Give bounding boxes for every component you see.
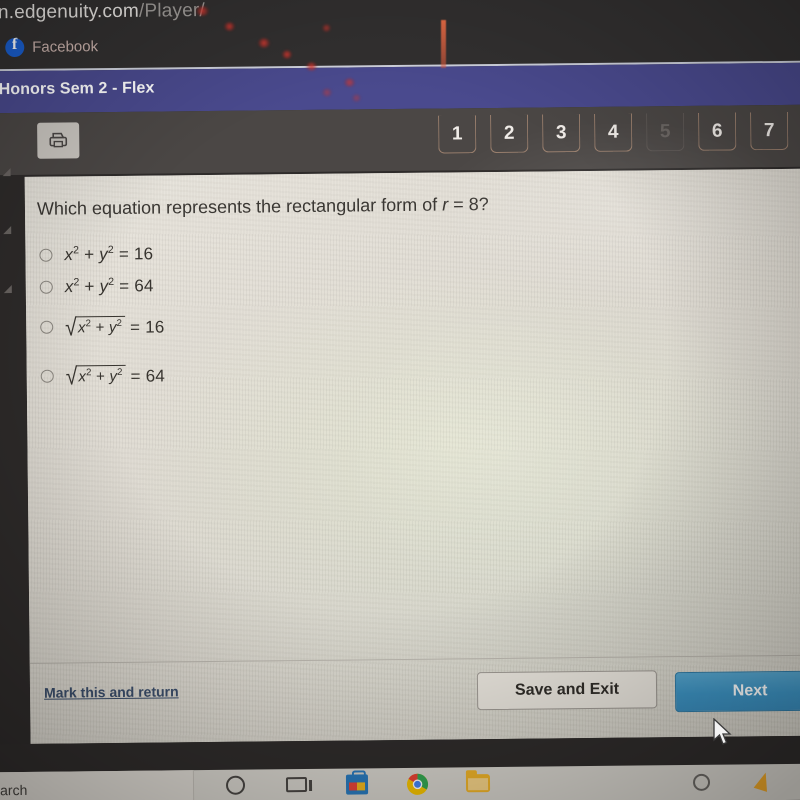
question-text: Which equation represents the rectangula… <box>37 194 489 220</box>
save-and-exit-button[interactable]: Save and Exit <box>476 670 658 711</box>
answer-option-b[interactable]: x2 + y2 = 64 <box>39 269 165 302</box>
radio-button-b[interactable] <box>39 280 53 294</box>
answer-option-label-a: x2 + y2 = 16 <box>64 243 154 264</box>
mark-this-and-return-link[interactable]: Mark this and return <box>44 683 179 700</box>
taskbar-search-text: arch <box>0 781 28 799</box>
microsoft-store-icon[interactable] <box>345 770 370 795</box>
url-domain: n.edgenuity.com <box>0 0 140 24</box>
question-tab-7[interactable]: 7 <box>750 111 789 151</box>
bookmark-facebook[interactable]: Facebook <box>32 38 98 56</box>
question-tab-1[interactable]: 1 <box>438 115 477 154</box>
question-tab-list: 1234567 <box>438 111 789 154</box>
edge-marker-icon <box>3 226 12 235</box>
answer-option-c[interactable]: √ x2 + y2 = 16 <box>40 301 165 351</box>
question-panel: Which equation represents the rectangula… <box>24 168 800 744</box>
question-tab-4[interactable]: 4 <box>594 113 633 152</box>
bookmarks-bar: | Facebook <box>0 37 98 58</box>
question-tab-2[interactable]: 2 <box>490 114 529 154</box>
app-toolbar: 1234567 <box>0 104 800 176</box>
edge-marker-icon <box>2 168 11 177</box>
printer-icon[interactable] <box>37 122 80 159</box>
course-title: Honors Sem 2 - Flex <box>0 79 155 99</box>
google-chrome-icon[interactable] <box>406 770 430 795</box>
cortana-icon[interactable] <box>225 772 250 796</box>
facebook-icon <box>5 37 25 58</box>
task-view-icon[interactable] <box>285 771 310 795</box>
answer-option-label-b: x2 + y2 = 64 <box>64 275 154 296</box>
question-tab-6[interactable]: 6 <box>698 112 737 151</box>
screen-content: n.edgenuity.com/Player/ | Facebook Honor… <box>0 0 800 800</box>
question-tab-3[interactable]: 3 <box>542 114 581 153</box>
question-text-after: = 8? <box>448 194 489 215</box>
taskbar-right-icons <box>692 770 773 792</box>
pen-icon[interactable] <box>753 770 773 792</box>
radio-button-c[interactable] <box>40 320 54 334</box>
file-explorer-icon[interactable] <box>465 769 491 793</box>
answer-options: x2 + y2 = 16 x2 + y2 = 64 √ x2 + y2 = 16 √ x2… <box>39 237 165 400</box>
circle-icon[interactable] <box>692 773 711 791</box>
next-button[interactable]: Next <box>674 670 800 713</box>
answer-option-label-c: √ x2 + y2 = 16 <box>65 314 165 341</box>
url-path: /Player/ <box>138 0 206 22</box>
footer-divider <box>29 654 800 664</box>
answer-option-a[interactable]: x2 + y2 = 16 <box>39 237 164 270</box>
answer-option-label-d: √ x2 + y2 = 64 <box>65 363 166 390</box>
mouse-cursor <box>713 718 732 745</box>
taskbar-icon-group <box>225 769 491 796</box>
photo-of-screen: n.edgenuity.com/Player/ | Facebook Honor… <box>0 0 800 800</box>
radio-button-d[interactable] <box>40 369 54 383</box>
answer-option-d[interactable]: √ x2 + y2 = 64 <box>40 350 165 400</box>
radio-button-a[interactable] <box>39 248 53 262</box>
address-bar[interactable]: n.edgenuity.com/Player/ <box>0 0 205 24</box>
edge-marker-icon <box>3 285 12 294</box>
taskbar-search-box[interactable]: arch <box>0 770 195 800</box>
question-text-before: Which equation represents the rectangula… <box>36 194 443 219</box>
question-tab-5: 5 <box>646 113 685 152</box>
